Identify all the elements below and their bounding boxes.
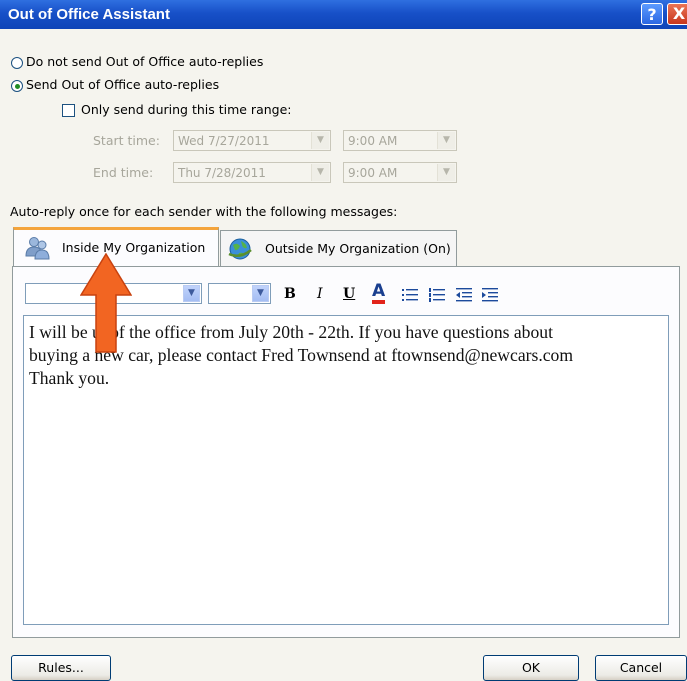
- increase-indent-icon[interactable]: [481, 287, 499, 303]
- decrease-indent-icon[interactable]: [455, 287, 473, 303]
- end-date-picker[interactable]: Thu 7/28/2011 ▼: [173, 162, 331, 183]
- send-auto-replies-label[interactable]: Send Out of Office auto-replies: [26, 77, 219, 92]
- people-icon: [25, 237, 50, 260]
- ok-button[interactable]: OK: [483, 655, 579, 681]
- message-editor[interactable]: I will be ut of the office from July 20t…: [23, 315, 669, 625]
- do-not-send-label[interactable]: Do not send Out of Office auto-replies: [26, 54, 263, 69]
- font-size-select[interactable]: ▼: [208, 283, 271, 304]
- chevron-down-icon[interactable]: ▼: [437, 164, 455, 181]
- bullets-icon[interactable]: [401, 287, 419, 303]
- tab-outside-label: Outside My Organization (On): [265, 241, 451, 256]
- title-bar: Out of Office Assistant ? X: [0, 0, 687, 29]
- end-date-value: Thu 7/28/2011: [178, 166, 266, 180]
- italic-button[interactable]: I: [317, 286, 323, 302]
- end-time-value: 9:00 AM: [348, 166, 398, 180]
- window-title: Out of Office Assistant: [8, 6, 170, 23]
- message-line-3: Thank you.: [29, 368, 110, 388]
- chevron-down-icon[interactable]: ▼: [252, 285, 269, 302]
- cancel-button[interactable]: Cancel: [595, 655, 687, 681]
- underline-button[interactable]: U: [343, 286, 355, 302]
- help-button[interactable]: ?: [641, 3, 663, 25]
- start-time-label: Start time:: [93, 133, 160, 148]
- close-button[interactable]: X: [667, 3, 687, 25]
- start-time-picker[interactable]: 9:00 AM ▼: [343, 130, 457, 151]
- chevron-down-icon[interactable]: ▼: [311, 164, 329, 181]
- auto-reply-instruction: Auto-reply once for each sender with the…: [10, 204, 398, 219]
- font-color-button[interactable]: A: [372, 283, 386, 304]
- end-time-picker[interactable]: 9:00 AM ▼: [343, 162, 457, 183]
- send-auto-replies-radio[interactable]: [11, 80, 23, 92]
- end-time-label: End time:: [93, 165, 154, 180]
- numbering-icon[interactable]: [428, 287, 446, 303]
- time-range-label[interactable]: Only send during this time range:: [81, 102, 292, 117]
- bold-button[interactable]: B: [284, 286, 296, 302]
- start-date-picker[interactable]: Wed 7/27/2011 ▼: [173, 130, 331, 151]
- annotation-arrow-icon: [80, 253, 132, 353]
- rules-button[interactable]: Rules...: [11, 655, 111, 681]
- time-range-checkbox[interactable]: [62, 104, 75, 117]
- do-not-send-radio[interactable]: [11, 57, 23, 69]
- start-time-value: 9:00 AM: [348, 134, 398, 148]
- chevron-down-icon[interactable]: ▼: [183, 285, 200, 302]
- chevron-down-icon[interactable]: ▼: [311, 132, 329, 149]
- tab-outside-organization[interactable]: Outside My Organization (On): [220, 230, 457, 266]
- globe-icon: [228, 238, 252, 260]
- start-date-value: Wed 7/27/2011: [178, 134, 270, 148]
- chevron-down-icon[interactable]: ▼: [437, 132, 455, 149]
